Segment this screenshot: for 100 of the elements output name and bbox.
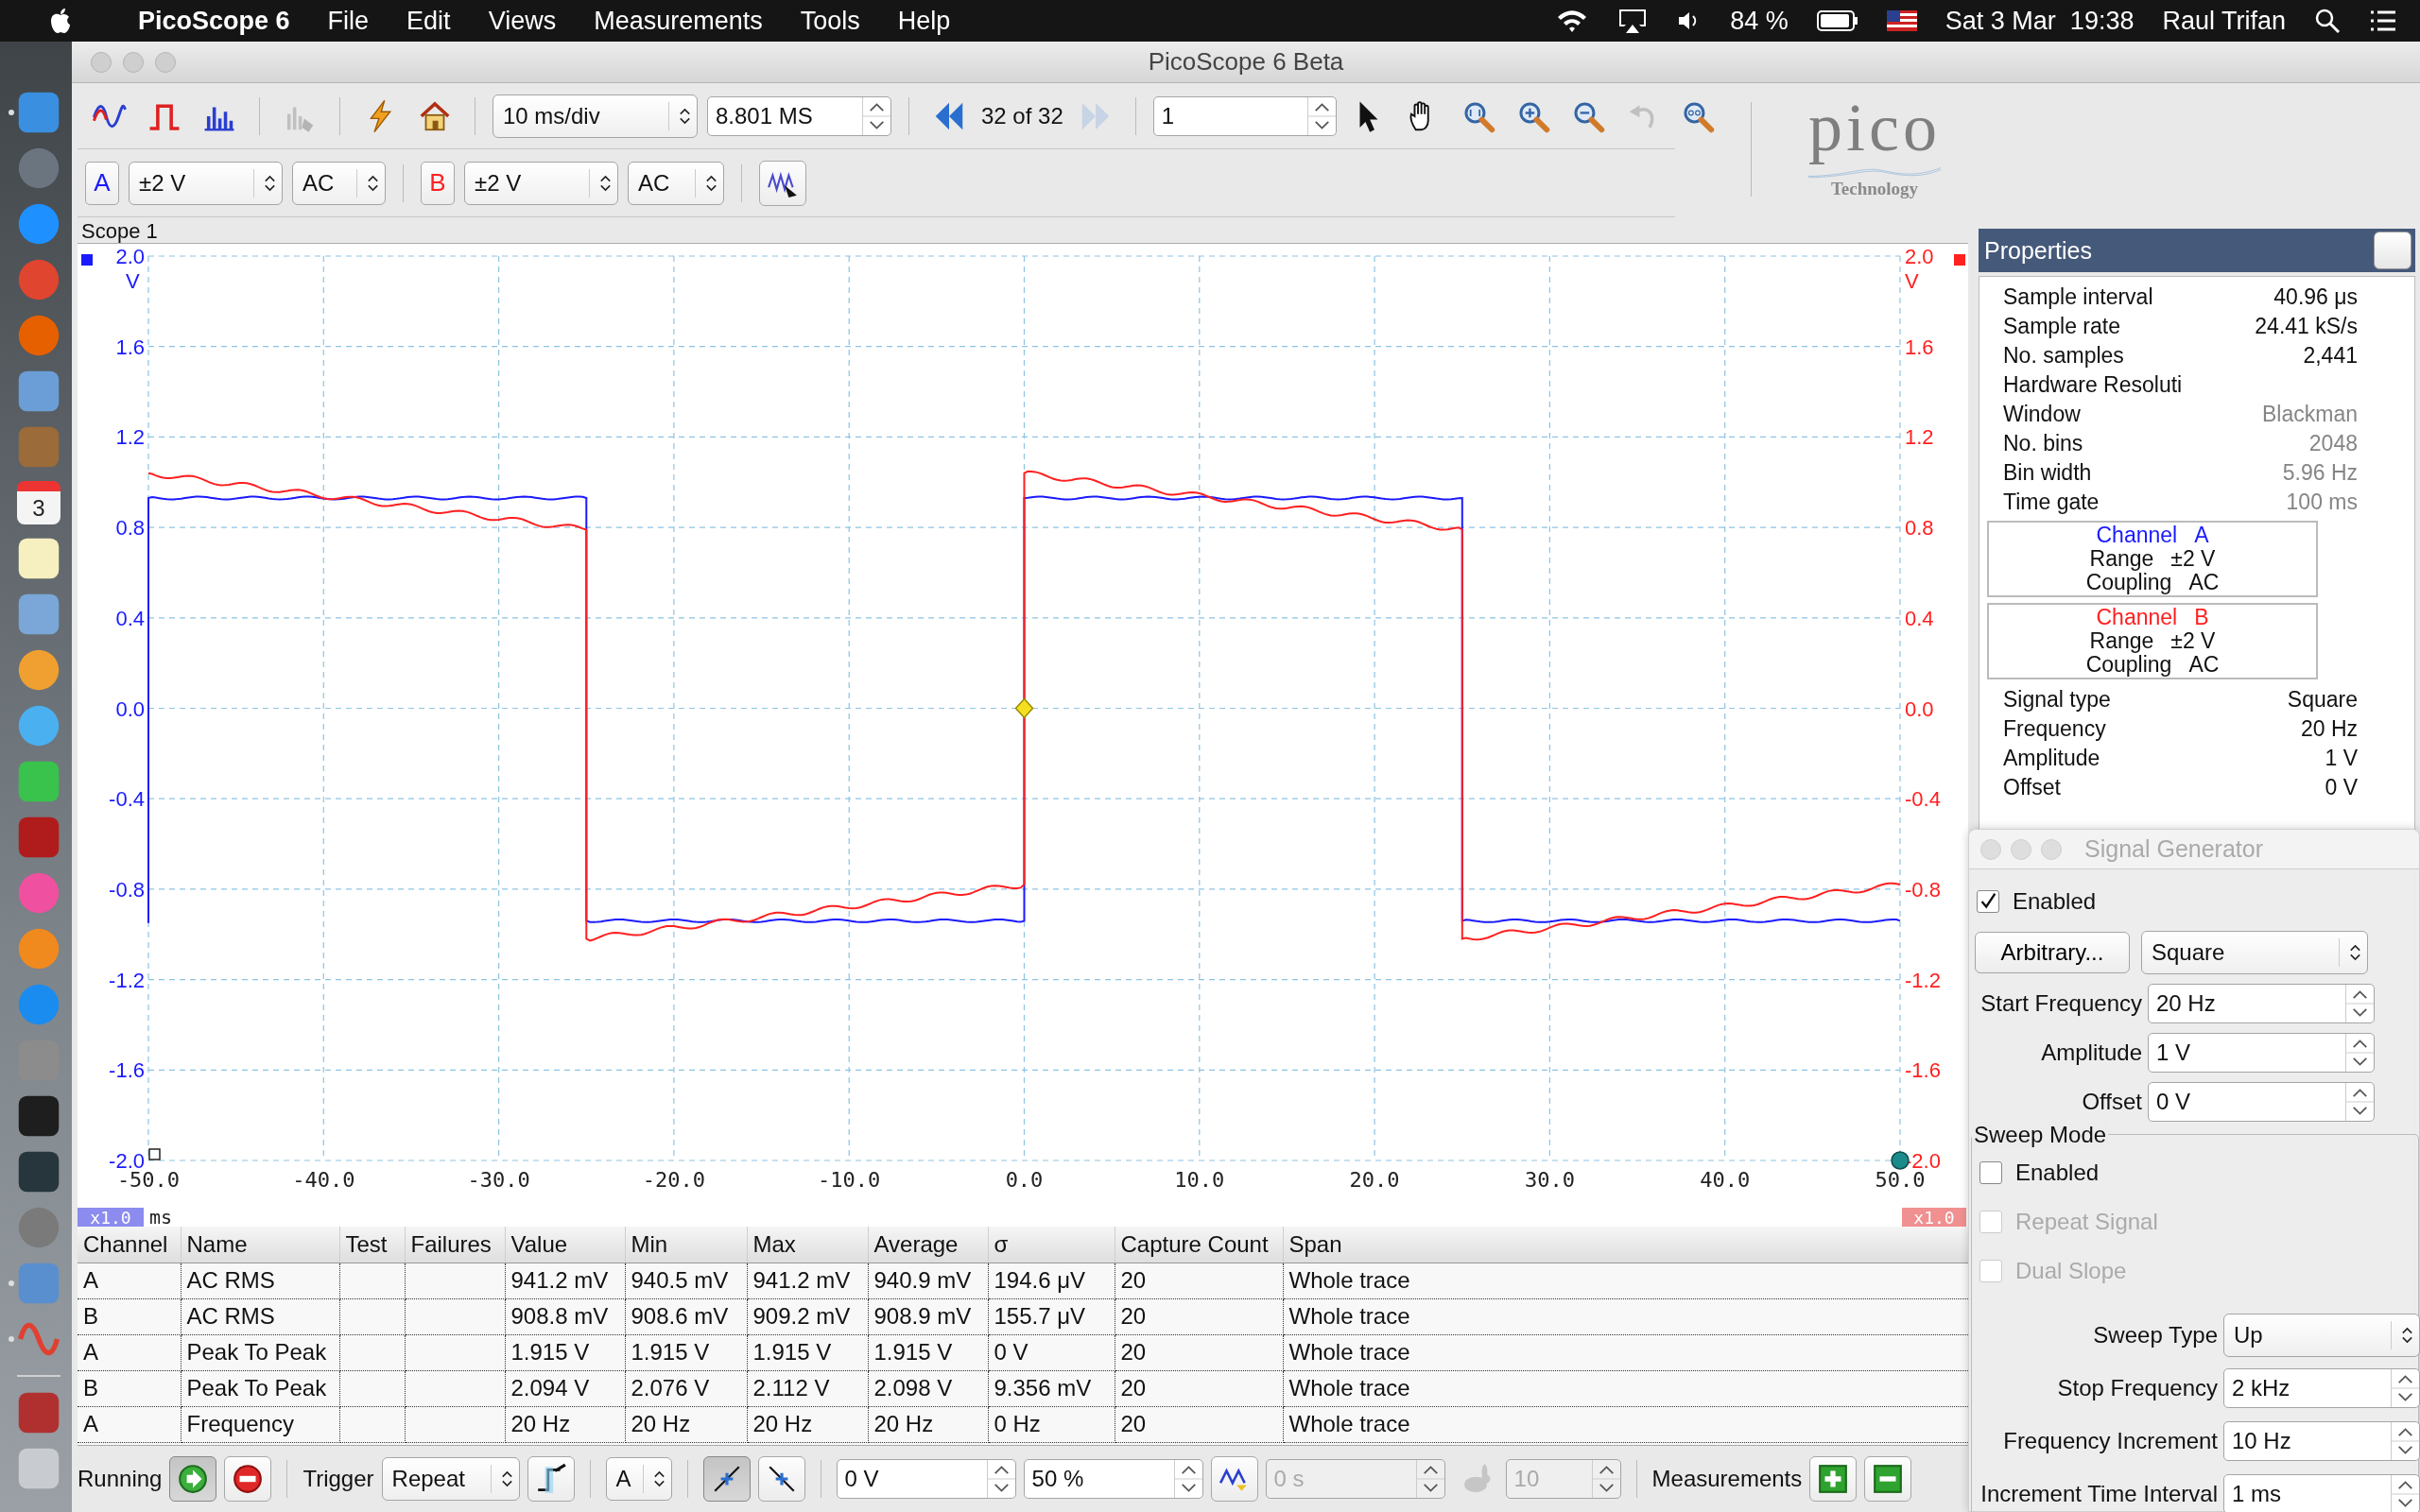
spin-box[interactable]: 1 V [2148, 1033, 2375, 1073]
channel-marker[interactable] [81, 254, 93, 266]
menu-item[interactable]: Views [488, 6, 557, 36]
battery-icon[interactable] [1816, 10, 1858, 31]
property-value: AC [2188, 652, 2220, 678]
plus-icon [1817, 1463, 1850, 1495]
dropdown[interactable]: Repeat [381, 1457, 520, 1501]
calendar-icon[interactable]: 3 [17, 481, 60, 524]
channel-button[interactable]: B [421, 161, 455, 205]
channel-label: Channel [2096, 523, 2178, 548]
search-icon[interactable] [2314, 8, 2341, 34]
user-name[interactable]: Raul Trifan [2162, 6, 2286, 36]
column-header[interactable]: Min [625, 1227, 747, 1263]
logo-tagline: Technology [1830, 179, 1919, 200]
column-header[interactable]: Channel [78, 1227, 181, 1263]
spin-box[interactable]: 50 % [1023, 1459, 1203, 1499]
property-value: 20 Hz [2299, 716, 2358, 742]
property-label: Signal type [2003, 687, 2112, 713]
spin-box[interactable]: 2 kHz [2223, 1368, 2420, 1408]
app-icon[interactable] [17, 369, 60, 413]
dropdown[interactable]: ±2 V [129, 161, 283, 205]
ruler-handle[interactable] [148, 1148, 161, 1160]
column-header[interactable]: Failures [405, 1227, 505, 1263]
list-icon[interactable] [2369, 9, 2397, 32]
app-icon[interactable] [17, 1150, 60, 1194]
dialog-title: Signal Generator [2084, 835, 2263, 863]
column-header[interactable]: Average [868, 1227, 988, 1263]
menu-item[interactable]: Edit [406, 6, 451, 36]
column-header[interactable]: σ [988, 1227, 1115, 1263]
spin-box[interactable]: 0 V [2148, 1082, 2375, 1122]
column-header[interactable]: Capture Count [1115, 1227, 1283, 1263]
arbitrary-button[interactable]: Arbitrary... [1975, 932, 2130, 973]
falling-edge-button[interactable] [757, 1456, 805, 1502]
flag-icon[interactable] [1886, 10, 1917, 31]
channel-button[interactable]: A [85, 161, 119, 205]
table-cell: 940.9 mV [868, 1263, 988, 1298]
app-icon[interactable] [17, 1391, 60, 1435]
remove-button[interactable] [1864, 1456, 1912, 1502]
dropdown[interactable]: AC [628, 161, 724, 205]
toolbar-label: 32 of 32 [981, 102, 1063, 129]
stop-button[interactable] [224, 1456, 272, 1502]
app-menu[interactable]: PicoScope 6 [138, 6, 290, 36]
ruler-handle[interactable] [1891, 1151, 1910, 1170]
menu-item[interactable]: Measurements [594, 6, 763, 36]
menu-item[interactable]: Tools [800, 6, 860, 36]
stepper-icon [2345, 1034, 2374, 1072]
table-cell: 20 Hz [747, 1406, 868, 1442]
menu-item[interactable]: File [327, 6, 370, 36]
app-icon[interactable] [17, 1094, 60, 1138]
dropdown[interactable]: Up [2223, 1314, 2420, 1357]
rising-edge-button[interactable] [702, 1456, 751, 1502]
stepper-icon [862, 96, 890, 135]
close-button[interactable] [2374, 232, 2411, 269]
wifi-icon[interactable] [1556, 9, 1589, 33]
property-label: Range [2089, 546, 2154, 572]
clock[interactable]: Sat 3 Mar 19:38 [1945, 6, 2135, 36]
spin-box[interactable]: 10 Hz [2223, 1421, 2420, 1461]
table-cell: 20 Hz [868, 1406, 988, 1442]
axis-label: 0.0 [115, 696, 145, 721]
app-icon[interactable] [17, 537, 60, 580]
spin-box[interactable]: 1 [1152, 95, 1337, 136]
table-cell: 1.915 V [747, 1334, 868, 1370]
table-cell: 1.915 V [868, 1334, 988, 1370]
table-cell: 2.094 V [505, 1370, 625, 1406]
channel-marker[interactable] [1954, 254, 1965, 266]
column-header[interactable]: Name [181, 1227, 339, 1263]
property-value: 0 V [2324, 775, 2358, 800]
trigger-button[interactable] [527, 1456, 575, 1502]
scope-title[interactable]: Scope 1 [78, 220, 162, 243]
spin-box[interactable]: 1 ms [2223, 1474, 2420, 1512]
table-cell: 940.5 mV [625, 1263, 747, 1298]
waveform-button[interactable] [1210, 1456, 1258, 1502]
menu-item[interactable]: Help [897, 6, 951, 36]
app-icon[interactable] [17, 648, 60, 692]
column-header[interactable]: Span [1283, 1227, 1968, 1263]
column-header[interactable]: Max [747, 1227, 868, 1263]
dropdown[interactable]: A [605, 1457, 672, 1501]
spin-box[interactable]: 20 Hz [2148, 984, 2375, 1023]
app-icon[interactable] [17, 91, 60, 134]
dropdown[interactable]: Square [2141, 931, 2368, 974]
apple-icon[interactable] [49, 8, 72, 34]
column-header[interactable]: Value [505, 1227, 625, 1263]
app-icon[interactable] [17, 593, 60, 636]
trigger-marker[interactable] [1014, 697, 1034, 719]
run-button[interactable] [169, 1456, 217, 1502]
dropdown[interactable]: ±2 V [464, 161, 618, 205]
channel-name: B [2194, 605, 2209, 630]
dropdown[interactable]: AC [292, 161, 386, 205]
spin-box[interactable]: 8.801 MS [707, 95, 891, 136]
channel-options-button[interactable] [759, 160, 806, 206]
checkbox[interactable] [1977, 890, 1999, 913]
table-cell: 20 [1115, 1334, 1283, 1370]
checkbox[interactable] [1979, 1161, 2002, 1184]
spin-box[interactable]: 0 V [836, 1459, 1016, 1499]
logo-wordmark: pico [1808, 91, 1941, 166]
add-button[interactable] [1809, 1456, 1858, 1502]
column-header[interactable]: Test [339, 1227, 405, 1263]
dropdown[interactable]: 10 ms/div [493, 94, 698, 138]
app-icon[interactable] [17, 202, 60, 246]
unit-label: ms [149, 1206, 173, 1227]
